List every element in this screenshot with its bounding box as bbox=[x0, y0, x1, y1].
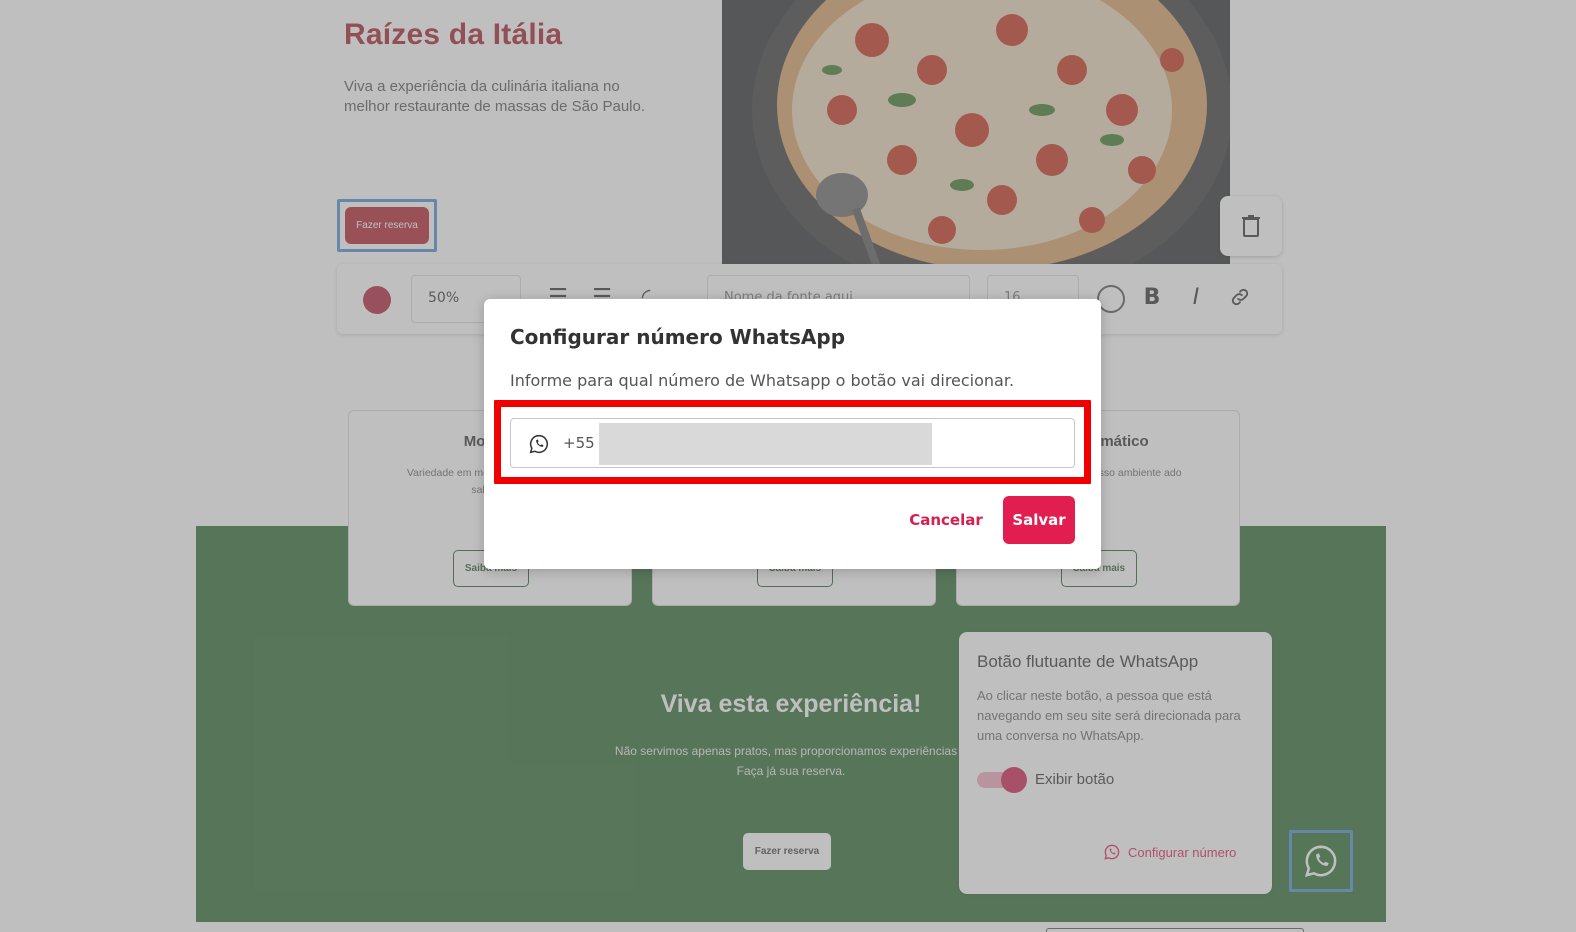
country-code: +55 bbox=[563, 434, 595, 452]
phone-number-input[interactable] bbox=[599, 423, 932, 465]
whatsapp-number-dialog: Configurar número WhatsApp Informe para … bbox=[484, 299, 1101, 569]
save-button[interactable]: Salvar bbox=[1003, 496, 1075, 544]
dialog-description: Informe para qual número de Whatsapp o b… bbox=[510, 371, 1015, 390]
cancel-button[interactable]: Cancelar bbox=[896, 496, 996, 544]
dialog-title: Configurar número WhatsApp bbox=[510, 325, 846, 349]
phone-field: +55 bbox=[510, 418, 1075, 468]
whatsapp-icon bbox=[529, 434, 548, 454]
